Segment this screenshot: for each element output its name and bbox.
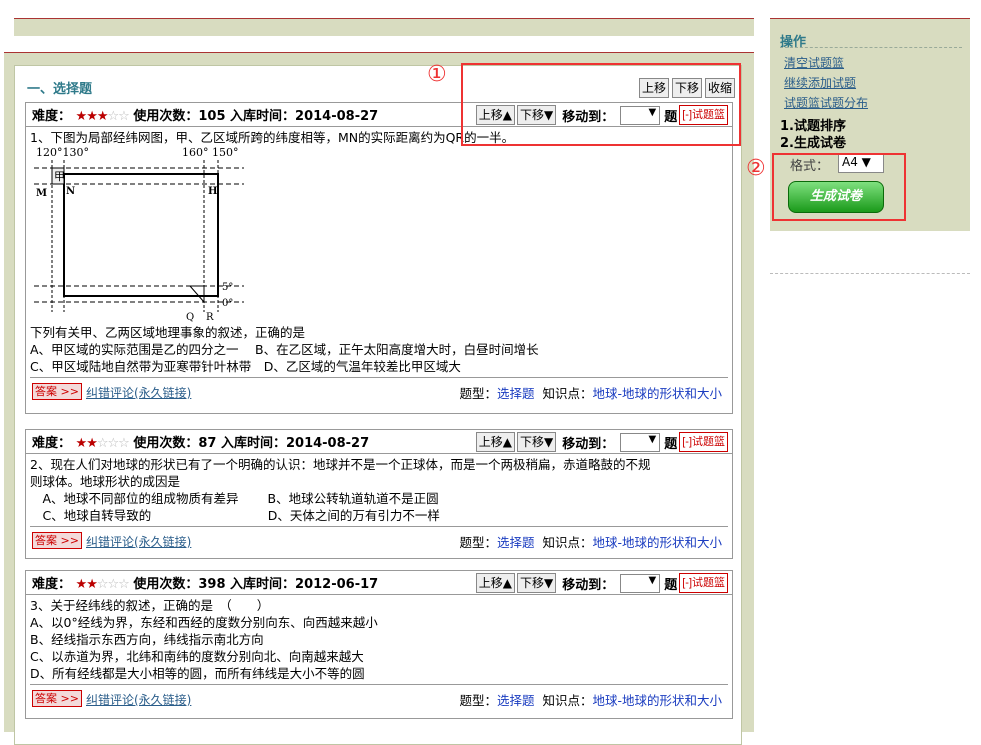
question-meta: 题型：选择题 知识点：地球-地球的形状和大小 bbox=[459, 690, 722, 709]
knowledge-point-label: 知识点： bbox=[542, 386, 593, 401]
step-generate-paper: 2.生成试卷 bbox=[780, 136, 846, 151]
stars-filled: ★★ bbox=[75, 577, 98, 592]
annotation-marker-1: ① bbox=[427, 62, 447, 87]
stars-empty: ☆☆ bbox=[107, 109, 130, 124]
error-correction-link[interactable]: 纠错评论(永久链接) bbox=[86, 533, 191, 550]
difficulty-stars: ★★☆☆☆ bbox=[75, 436, 130, 451]
move-down-button[interactable]: 下移▼ bbox=[516, 573, 557, 593]
question-type-link[interactable]: 选择题 bbox=[497, 386, 535, 401]
clear-basket-link[interactable]: 清空试题篮 bbox=[784, 54, 844, 71]
stars-empty: ☆☆☆ bbox=[96, 577, 130, 592]
knowledge-point-link[interactable]: 地球-地球的形状和大小 bbox=[592, 693, 722, 708]
figure-lat-bottom: 0° bbox=[222, 298, 233, 309]
figure-lon-right: 160° 150° bbox=[182, 146, 239, 159]
question-card: 难度： ★★★☆☆ 使用次数：105 入库时间：2014-08-27 上移▲ 下… bbox=[25, 102, 733, 414]
type-label: 题型： bbox=[459, 693, 497, 708]
stars-empty: ☆☆☆ bbox=[96, 436, 130, 451]
difficulty-label: 难度： bbox=[32, 436, 72, 451]
question-text: 3、关于经纬线的叙述，正确的是 （ ） bbox=[30, 598, 270, 613]
stars-filled: ★★★ bbox=[75, 109, 109, 124]
knowledge-point-link[interactable]: 地球-地球的形状和大小 bbox=[592, 386, 722, 401]
question-list: 一、选择题 上移 下移 收缩 难度： ★★★☆☆ 使用次数：105 入库时间：2… bbox=[14, 65, 742, 745]
question-text: 下列有关甲、乙两区域地理事象的叙述，正确的是 bbox=[30, 325, 306, 340]
option-line: A、以0°经线为界，东经和西经的度数分别向东、向西越来越小 bbox=[30, 615, 378, 630]
question-body: 1、下图为局部经纬网图，甲、乙区域所跨的纬度相等，MN的实际距离约为QR的一半。… bbox=[26, 127, 732, 377]
move-to-select[interactable]: ▼ bbox=[620, 432, 661, 452]
move-to-select[interactable]: ▼ bbox=[620, 573, 661, 593]
option-line: D、所有经线都是大小相等的圆，而所有纬线是大小不等的圆 bbox=[30, 666, 365, 681]
move-to-label: 移动到： bbox=[562, 436, 615, 452]
question-body: 3、关于经纬线的叙述，正确的是 （ ） A、以0°经线为界，东经和西经的度数分别… bbox=[26, 595, 732, 684]
continue-adding-link[interactable]: 继续添加试题 bbox=[784, 74, 856, 91]
option-line: A、甲区域的实际范围是乙的四分之一 B、在乙区域，正午太阳高度增大时，白昼时间增… bbox=[30, 342, 539, 357]
question-footer: 答案 >> 纠错评论(永久链接) 题型：选择题 知识点：地球-地球的形状和大小 bbox=[30, 377, 728, 403]
error-correction-link[interactable]: 纠错评论(永久链接) bbox=[86, 691, 191, 708]
option-line: C、以赤道为界，北纬和南纬的度数分别向北、向南越来越大 bbox=[30, 649, 364, 664]
option-line: C、甲区域陆地自然带为亚寒带针叶林带 D、乙区域的气温年较差比甲区域大 bbox=[30, 359, 461, 374]
question-type-link[interactable]: 选择题 bbox=[497, 693, 535, 708]
stars-filled: ★★ bbox=[75, 436, 98, 451]
question-header: 难度： ★★☆☆☆ 使用次数：87 入库时间：2014-08-27 上移▲ 下移… bbox=[26, 430, 732, 454]
error-correction-link[interactable]: 纠错评论(永久链接) bbox=[86, 384, 191, 401]
question-footer: 答案 >> 纠错评论(永久链接) 题型：选择题 知识点：地球-地球的形状和大小 bbox=[30, 526, 728, 552]
remove-from-basket-button[interactable]: [-]试题篮 bbox=[679, 573, 728, 593]
basket-distribution-link[interactable]: 试题篮试题分布 bbox=[784, 94, 868, 111]
question-unit-label: 题 bbox=[664, 577, 678, 593]
divider bbox=[780, 47, 962, 48]
question-text: 则球体。地球形状的成因是 bbox=[30, 474, 181, 489]
question-tools: 上移▲ 下移▼ 移动到： ▼ 题 [-]试题篮 bbox=[475, 432, 728, 452]
annotation-box-1 bbox=[461, 63, 741, 146]
difficulty-stars: ★★☆☆☆ bbox=[75, 577, 130, 592]
question-meta: 题型：选择题 知识点：地球-地球的形状和大小 bbox=[459, 383, 722, 402]
annotation-box-2 bbox=[772, 153, 906, 221]
figure-label-n: N bbox=[66, 186, 75, 197]
question-body: 2、现在人们对地球的形状已有了一个明确的认识：地球并不是一个正球体，而是一个两极… bbox=[26, 454, 732, 526]
main-panel: 一、选择题 上移 下移 收缩 难度： ★★★☆☆ 使用次数：105 入库时间：2… bbox=[4, 52, 754, 745]
question-type-link[interactable]: 选择题 bbox=[497, 535, 535, 550]
question-tools: 上移▲ 下移▼ 移动到： ▼ 题 [-]试题篮 bbox=[475, 573, 728, 593]
figure-label-jia: 甲 bbox=[54, 170, 65, 183]
remove-from-basket-button[interactable]: [-]试题篮 bbox=[679, 432, 728, 452]
move-up-button[interactable]: 上移▲ bbox=[475, 432, 515, 452]
latitude-longitude-figure: 120°130° 160° 150° 甲 M N H 5° 0° Q R bbox=[34, 146, 244, 323]
difficulty-label: 难度： bbox=[32, 109, 72, 124]
figure-label-q: Q bbox=[186, 312, 194, 323]
figure-lon-left: 120°130° bbox=[36, 146, 89, 159]
question-footer: 答案 >> 纠错评论(永久链接) 题型：选择题 知识点：地球-地球的形状和大小 bbox=[30, 684, 728, 710]
move-down-button[interactable]: 下移▼ bbox=[516, 432, 557, 452]
question-card: 难度： ★★☆☆☆ 使用次数：398 入库时间：2012-06-17 上移▲ 下… bbox=[25, 570, 733, 719]
option-line: B、经线指示东西方向，纬线指示南北方向 bbox=[30, 632, 264, 647]
figure-label-h: H bbox=[208, 186, 217, 197]
section-title: 一、选择题 bbox=[27, 82, 93, 97]
difficulty-stars: ★★★☆☆ bbox=[75, 109, 130, 124]
figure-label-m: M bbox=[36, 188, 47, 199]
knowledge-point-label: 知识点： bbox=[542, 535, 593, 550]
question-card: 难度： ★★☆☆☆ 使用次数：87 入库时间：2014-08-27 上移▲ 下移… bbox=[25, 429, 733, 559]
annotation-marker-2: ② bbox=[746, 156, 766, 181]
knowledge-point-label: 知识点： bbox=[542, 693, 593, 708]
question-text: 2、现在人们对地球的形状已有了一个明确的认识：地球并不是一个正球体，而是一个两极… bbox=[30, 457, 651, 472]
question-header: 难度： ★★☆☆☆ 使用次数：398 入库时间：2012-06-17 上移▲ 下… bbox=[26, 571, 732, 595]
type-label: 题型： bbox=[459, 386, 497, 401]
difficulty-label: 难度： bbox=[32, 577, 72, 592]
question-unit-label: 题 bbox=[664, 436, 678, 452]
move-up-button[interactable]: 上移▲ bbox=[475, 573, 515, 593]
figure-label-r: R bbox=[206, 312, 214, 323]
usage-info: 使用次数：398 入库时间：2012-06-17 bbox=[133, 577, 379, 592]
usage-info: 使用次数：105 入库时间：2014-08-27 bbox=[133, 109, 379, 124]
answer-button[interactable]: 答案 >> bbox=[32, 690, 82, 707]
figure-lat-top: 5° bbox=[222, 282, 233, 293]
answer-button[interactable]: 答案 >> bbox=[32, 383, 82, 400]
option-line: C、地球自转导致的 D、天体之间的万有引力不一样 bbox=[30, 508, 440, 523]
move-to-label: 移动到： bbox=[562, 577, 615, 593]
answer-button[interactable]: 答案 >> bbox=[32, 532, 82, 549]
knowledge-point-link[interactable]: 地球-地球的形状和大小 bbox=[592, 535, 722, 550]
usage-info: 使用次数：87 入库时间：2014-08-27 bbox=[133, 436, 370, 451]
top-bar bbox=[14, 18, 754, 36]
option-line: A、地球不同部位的组成物质有差异 B、地球公转轨道轨道不是正圆 bbox=[30, 491, 439, 506]
divider bbox=[770, 273, 970, 274]
type-label: 题型： bbox=[459, 535, 497, 550]
question-meta: 题型：选择题 知识点：地球-地球的形状和大小 bbox=[459, 532, 722, 551]
